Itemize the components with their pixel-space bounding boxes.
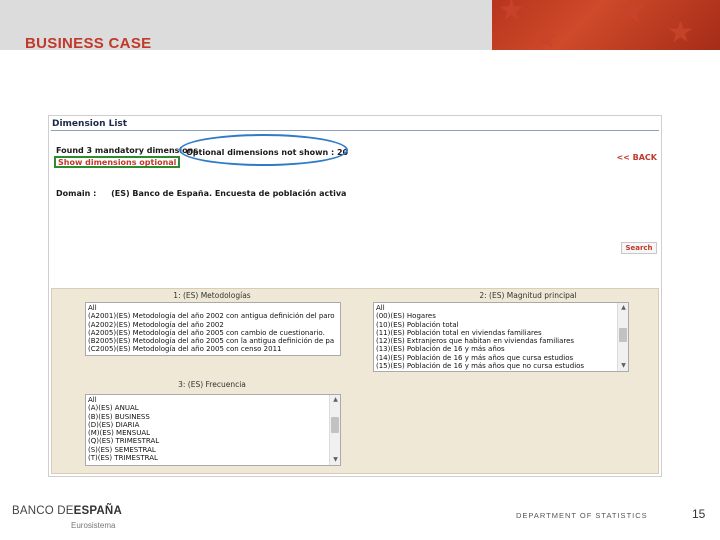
page-number: 15 — [692, 507, 706, 521]
list-item[interactable]: All — [376, 304, 615, 312]
brand-decoration: ★ ★ ★ ★ — [492, 0, 720, 50]
logo-bold: ESPAÑA — [73, 505, 122, 517]
domain-label: Domain : — [56, 189, 97, 198]
list-item[interactable]: (B2005)(ES) Metodología del año 2005 con… — [88, 337, 338, 345]
list-item[interactable]: (T)(ES) TRIMESTRAL — [88, 454, 327, 462]
list-item[interactable]: (A)(ES) ANUAL — [88, 404, 327, 412]
list-item[interactable]: All — [88, 396, 327, 404]
domain-row: Domain : (ES) Banco de España. Encuesta … — [56, 189, 346, 198]
list-item[interactable]: (13)(ES) Población de 16 y más años — [376, 345, 615, 353]
logo-prefix: BANCO DE — [12, 505, 74, 517]
list-item[interactable]: (00)(ES) Hogares — [376, 312, 615, 320]
list-item[interactable]: (15)(ES) Población de 16 y más años que … — [376, 362, 615, 370]
slide-title: BUSINESS CASE — [25, 35, 152, 52]
dimension-list-header: Dimension List — [52, 119, 128, 129]
metodologias-title: 1: (ES) Metodologías — [173, 291, 251, 300]
frecuencia-title: 3: (ES) Frecuencia — [178, 380, 246, 389]
star-icon: ★ — [612, 0, 648, 33]
scrollbar-thumb[interactable] — [619, 328, 627, 342]
magnitud-title: 2: (ES) Magnitud principal — [479, 291, 577, 300]
list-item[interactable]: (Q)(ES) TRIMESTRAL — [88, 437, 327, 445]
list-item[interactable]: (10)(ES) Población total — [376, 321, 615, 329]
list-item[interactable]: (S)(ES) SEMESTRAL — [88, 446, 327, 454]
up-arrow-icon[interactable]: ▲ — [618, 303, 628, 313]
list-item[interactable]: (M)(ES) MENSUAL — [88, 429, 327, 437]
magnitud-listbox[interactable]: All (00)(ES) Hogares (10)(ES) Población … — [373, 302, 629, 372]
list-item[interactable]: (A2005)(ES) Metodología del año 2005 con… — [88, 329, 338, 337]
domain-value: (ES) Banco de España. Encuesta de poblac… — [111, 189, 347, 198]
list-item[interactable]: (14)(ES) Población de 16 y más años que … — [376, 354, 615, 362]
list-item[interactable]: (B)(ES) BUSINESS — [88, 413, 327, 421]
logo-subtitle: Eurosistema — [71, 521, 116, 530]
star-icon: ★ — [532, 21, 559, 51]
down-arrow-icon[interactable]: ▼ — [618, 361, 628, 371]
frecuencia-listbox[interactable]: All (A)(ES) ANUAL (B)(ES) BUSINESS (D)(E… — [85, 394, 341, 466]
scrollbar-thumb[interactable] — [331, 417, 339, 433]
star-icon: ★ — [498, 0, 525, 28]
list-item[interactable]: (A2001)(ES) Metodología del año 2002 con… — [88, 312, 338, 320]
down-arrow-icon[interactable]: ▼ — [330, 455, 340, 465]
metodologias-listbox[interactable]: All (A2001)(ES) Metodología del año 2002… — [85, 302, 341, 356]
star-icon: ★ — [667, 15, 694, 50]
banco-de-espana-logo: BANCO DEESPAÑA — [12, 505, 122, 517]
header-divider — [51, 130, 659, 131]
list-item[interactable]: (11)(ES) Población total en viviendas fa… — [376, 329, 615, 337]
list-item[interactable]: (12)(ES) Extranjeros que habitan en vivi… — [376, 337, 615, 345]
list-item[interactable]: (A2002)(ES) Metodología del año 2002 — [88, 321, 338, 329]
magnitud-scrollbar[interactable]: ▲ ▼ — [617, 303, 628, 371]
found-mandatory-text: Found 3 mandatory dimensions — [56, 146, 199, 155]
dimension-list-window: Dimension List Found 3 mandatory dimensi… — [48, 115, 662, 477]
list-item[interactable]: All — [88, 304, 338, 312]
frecuencia-scrollbar[interactable]: ▲ ▼ — [329, 395, 340, 465]
dimension-selection-panel: 1: (ES) Metodologías All (A2001)(ES) Met… — [51, 288, 659, 474]
up-arrow-icon[interactable]: ▲ — [330, 395, 340, 405]
show-optional-dimensions-link[interactable]: Show dimensions optional — [54, 156, 181, 168]
department-label: DEPARTMENT OF STATISTICS — [516, 511, 648, 520]
list-item[interactable]: (C2005)(ES) Metodología del año 2005 con… — [88, 345, 338, 353]
back-link[interactable]: << BACK — [616, 153, 657, 162]
highlight-ellipse — [179, 134, 348, 166]
search-button[interactable]: Search — [621, 242, 657, 254]
list-item[interactable]: (D)(ES) DIARIA — [88, 421, 327, 429]
